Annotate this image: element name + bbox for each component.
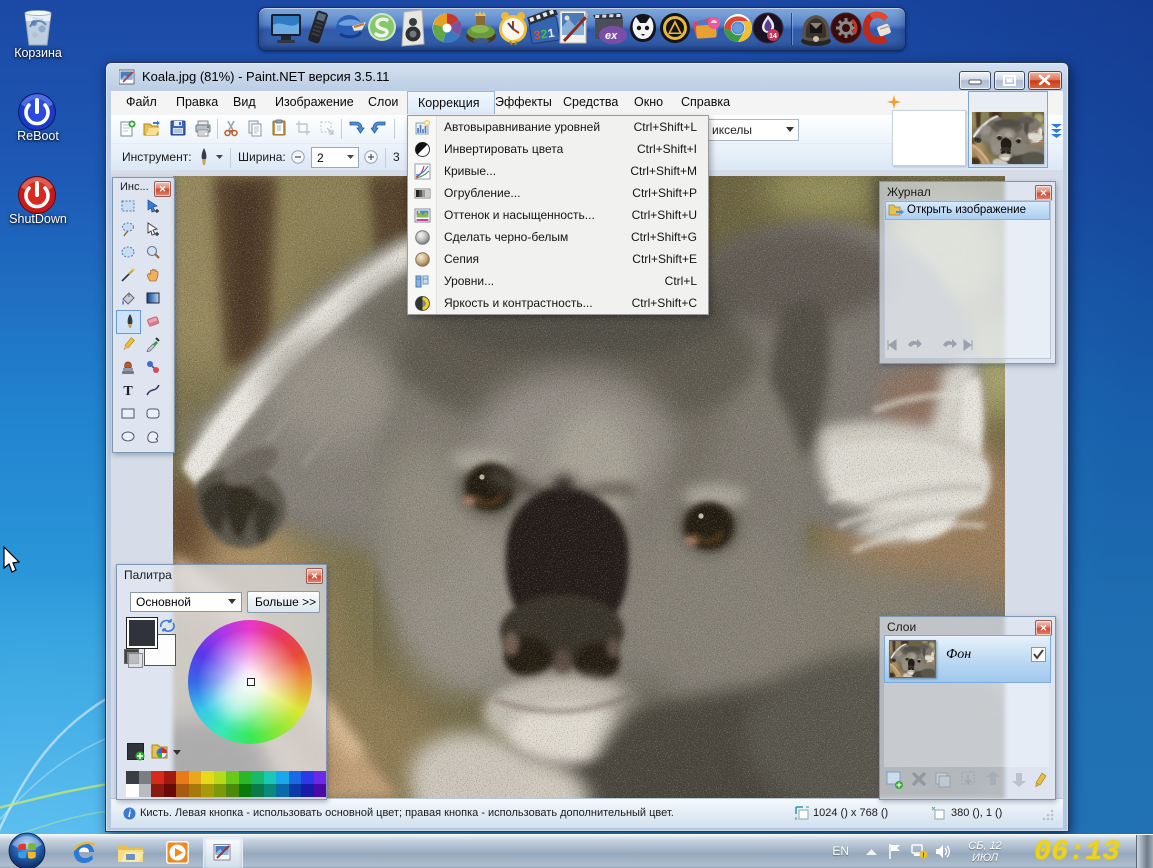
svg-text:!: !	[922, 853, 924, 860]
svg-text:14: 14	[769, 33, 777, 40]
svg-text:T: T	[123, 384, 133, 398]
svg-text:i: i	[128, 809, 131, 820]
svg-text:ex: ex	[605, 30, 618, 42]
